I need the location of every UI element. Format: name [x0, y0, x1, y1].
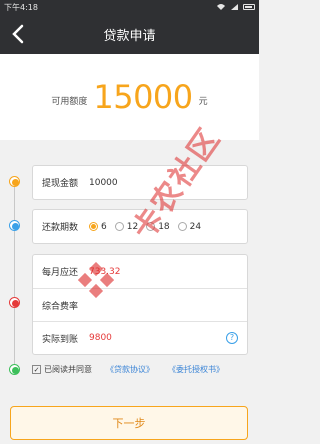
authorization-link[interactable]: 《委托授权书》 [168, 364, 224, 375]
credit-amount: 15000 [93, 78, 193, 116]
summary-card: 每月应还 733.32 综合费率 实际到账 9800 ? [32, 254, 248, 355]
next-button[interactable]: 下一步 [10, 406, 248, 440]
fee-label: 综合费率 [42, 301, 79, 312]
signal-icon [231, 4, 238, 10]
term-option-18[interactable]: 18 [146, 222, 170, 232]
monthly-value: 733.32 [89, 266, 121, 277]
credit-unit: 元 [198, 96, 208, 107]
radio-icon [89, 222, 98, 231]
term-option-24[interactable]: 24 [177, 222, 201, 232]
terms-label: 还款期数 [42, 223, 79, 233]
status-icons [216, 3, 255, 11]
monthly-label: 每月应还 [42, 268, 79, 278]
actual-value: 9800 [89, 333, 112, 343]
timeline-line [14, 178, 15, 370]
back-button[interactable] [6, 22, 30, 46]
term-option-12[interactable]: 12 [114, 222, 138, 232]
step-dot-agreement [9, 364, 20, 375]
agreement-row: ✓ 已阅读并同意 《贷款协议》 《委托授权书》 [32, 364, 252, 375]
agree-text: 已阅读并同意 [44, 365, 92, 374]
step-dot-summary [9, 297, 20, 308]
step-dot-withdraw [9, 176, 20, 187]
title-bar: 贷款申请 [0, 14, 259, 54]
credit-label: 可用额度 [51, 96, 88, 107]
chevron-left-icon [12, 24, 24, 44]
status-bar: 下午4:18 [0, 0, 259, 14]
radio-icon [146, 222, 156, 231]
battery-icon [243, 4, 255, 10]
withdraw-amount-input[interactable]: 10000 [89, 178, 118, 188]
credit-panel: 可用额度 15000 元 [0, 54, 259, 140]
withdraw-card: 提现金额 10000 [32, 165, 248, 200]
withdraw-label: 提现金额 [42, 179, 79, 189]
agree-checkbox[interactable]: ✓ [32, 365, 41, 374]
term-option-6[interactable]: 6 [89, 222, 107, 232]
radio-icon [114, 222, 124, 231]
actual-label: 实际到账 [42, 334, 79, 345]
radio-icon [177, 222, 187, 231]
loan-agreement-link[interactable]: 《贷款协议》 [106, 364, 154, 375]
terms-radio-group: 6 12 18 24 [89, 222, 201, 232]
terms-card: 还款期数 6 12 18 24 [32, 209, 248, 244]
status-time: 下午4:18 [4, 2, 38, 12]
wifi-icon [217, 4, 225, 10]
help-icon[interactable]: ? [226, 332, 238, 344]
step-dot-terms [9, 220, 20, 231]
page-title: 贷款申请 [103, 28, 156, 44]
